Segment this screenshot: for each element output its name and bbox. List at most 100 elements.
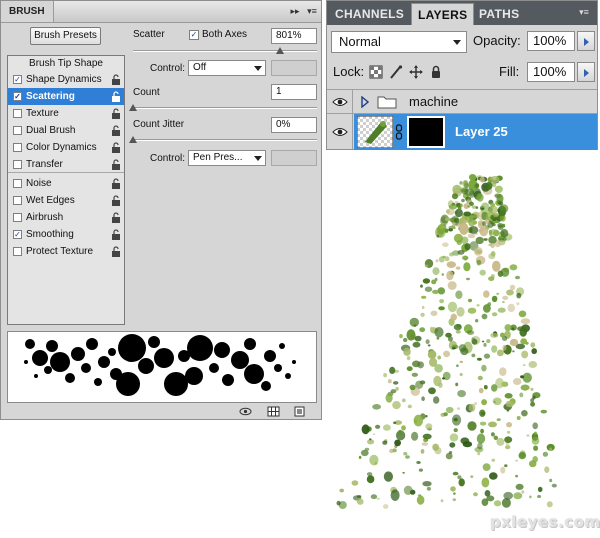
opacity-slider-button[interactable] [577, 31, 595, 51]
brush-tip-shape-item[interactable]: Brush Tip Shape [8, 56, 124, 71]
leaf-mark [450, 313, 457, 321]
leaf-mark [488, 421, 497, 428]
expand-arrow-icon[interactable] [361, 96, 369, 108]
lock-icon[interactable] [111, 125, 121, 136]
blend-mode-select[interactable]: Normal [331, 31, 467, 53]
count-jitter-slider-thumb[interactable] [129, 136, 137, 143]
tab-channels[interactable]: CHANNELS [329, 3, 410, 25]
brush-setting-item[interactable]: ✓ Smoothing [8, 226, 124, 243]
leaf-mark [450, 486, 456, 492]
count-value-field[interactable]: 1 [271, 84, 317, 100]
lock-icon[interactable] [111, 91, 121, 102]
scatter-value-field[interactable]: 801% [271, 28, 317, 44]
layer-thumbnail[interactable] [357, 116, 393, 148]
lock-icon[interactable] [111, 159, 121, 170]
brush-setting-checkbox[interactable] [13, 213, 22, 222]
leaf-mark [504, 464, 508, 468]
leaf-mark [412, 341, 421, 348]
count-jitter-control-dropdown[interactable]: Pen Pres... [188, 150, 266, 166]
leaf-mark [537, 486, 543, 493]
layer-mask-thumbnail[interactable] [407, 116, 445, 148]
opacity-field[interactable]: 100% [527, 31, 575, 51]
brush-setting-item[interactable]: Transfer [8, 156, 124, 173]
brush-setting-checkbox[interactable]: ✓ [13, 75, 22, 84]
brush-setting-checkbox[interactable] [13, 143, 22, 152]
scatter-slider-track[interactable] [133, 50, 317, 52]
panel-menu-icon[interactable]: ▾≡ [305, 5, 319, 18]
scatter-control-label: Control: [150, 63, 186, 74]
leaf-mark [479, 226, 489, 237]
grid-toggle-icon[interactable] [267, 406, 280, 417]
brush-setting-item[interactable]: Airbrush [8, 209, 124, 226]
brush-setting-checkbox[interactable] [13, 247, 22, 256]
lock-icon[interactable] [111, 195, 121, 206]
scatter-slider-thumb[interactable] [276, 47, 285, 54]
leaf-mark [455, 266, 461, 270]
fill-field[interactable]: 100% [527, 62, 575, 82]
panel-menu-icon[interactable]: ▾≡ [577, 6, 591, 19]
brush-setting-item[interactable]: Texture [8, 105, 124, 122]
leaf-mark [370, 494, 378, 500]
tab-layers[interactable]: LAYERS [411, 3, 475, 25]
tab-paths[interactable]: PATHS [473, 3, 525, 25]
brush-setting-item[interactable]: ✓ Shape Dynamics [8, 71, 124, 88]
layer-row-selected[interactable]: Layer 25 [327, 113, 597, 150]
lock-icon[interactable] [111, 178, 121, 189]
lock-all-icon[interactable] [429, 65, 443, 79]
count-slider-thumb[interactable] [129, 104, 137, 111]
brush-setting-item[interactable]: Protect Texture [8, 243, 124, 260]
count-slider-track[interactable] [133, 107, 317, 109]
leaf-mark [432, 289, 439, 294]
leaf-mark [392, 401, 401, 410]
lock-position-icon[interactable] [409, 65, 423, 79]
leaf-mark [460, 437, 470, 445]
leaf-mark [466, 330, 475, 335]
lock-icon[interactable] [111, 142, 121, 153]
brush-setting-checkbox[interactable]: ✓ [13, 92, 22, 101]
brush-presets-button[interactable]: Brush Presets [30, 27, 101, 45]
collapse-panel-icon[interactable]: ▸▸ [288, 5, 302, 18]
leaf-mark [528, 361, 538, 368]
folder-icon [377, 96, 397, 109]
scatter-control-dropdown[interactable]: Off [188, 60, 266, 76]
leaf-mark [473, 185, 477, 188]
brush-setting-checkbox[interactable] [13, 126, 22, 135]
brush-stroke-preview [7, 331, 317, 403]
lock-icon[interactable] [111, 108, 121, 119]
leaf-mark [432, 443, 439, 451]
create-new-preset-icon[interactable] [293, 406, 306, 417]
lock-icon[interactable] [111, 74, 121, 85]
brush-setting-checkbox[interactable] [13, 109, 22, 118]
brush-setting-checkbox[interactable] [13, 160, 22, 169]
brush-setting-checkbox[interactable] [13, 179, 22, 188]
lock-image-pixels-icon[interactable] [389, 65, 403, 79]
fill-slider-button[interactable] [577, 62, 595, 82]
lock-icon[interactable] [111, 246, 121, 257]
lock-icon[interactable] [111, 212, 121, 223]
brush-setting-checkbox[interactable]: ✓ [13, 230, 22, 239]
leaf-mark [533, 431, 537, 435]
brush-setting-item[interactable]: Dual Brush [8, 122, 124, 139]
visibility-toggle[interactable] [327, 114, 353, 149]
visibility-toggle[interactable] [327, 90, 353, 113]
link-chain-icon[interactable] [395, 124, 403, 140]
leaf-mark [387, 379, 392, 384]
leaf-mark [477, 442, 483, 450]
lock-icon[interactable] [111, 229, 121, 240]
lock-transparent-pixels-icon[interactable] [369, 65, 383, 79]
brush-setting-item[interactable]: Wet Edges [8, 192, 124, 209]
toggle-live-tip-preview-icon[interactable] [239, 406, 252, 417]
brush-setting-item[interactable]: ✓ Scattering [8, 88, 124, 105]
brush-setting-checkbox[interactable] [13, 196, 22, 205]
count-jitter-value-field[interactable]: 0% [271, 117, 317, 133]
leaf-mark [488, 253, 496, 260]
count-jitter-slider-track[interactable] [133, 139, 317, 141]
leaf-mark [385, 393, 393, 403]
brush-setting-item[interactable]: Color Dynamics [8, 139, 124, 156]
leaf-mark [351, 480, 359, 486]
brush-setting-item[interactable]: Noise [8, 175, 124, 192]
layer-row-group[interactable]: machine [327, 89, 597, 113]
leaf-mark [409, 384, 416, 391]
both-axes-checkbox[interactable]: ✓ [189, 30, 199, 40]
tab-brush[interactable]: BRUSH [1, 1, 54, 22]
